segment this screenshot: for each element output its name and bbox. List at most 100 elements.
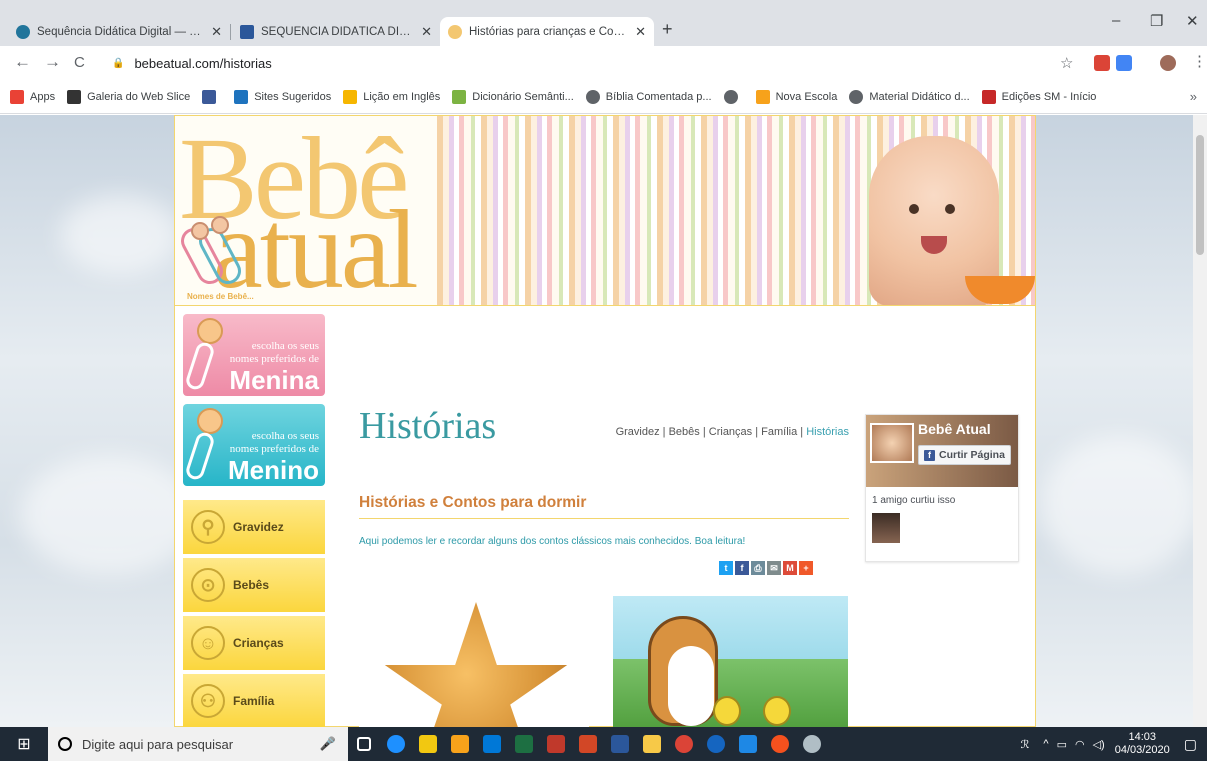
facebook-icon[interactable]: f (735, 561, 749, 575)
task-view-icon[interactable] (348, 727, 380, 761)
gmail-icon[interactable]: M (783, 561, 797, 575)
file-explorer-icon[interactable] (444, 727, 476, 761)
category-familia[interactable]: ⚇ Família (183, 674, 325, 727)
more-bookmarks-icon[interactable]: » (1190, 89, 1197, 104)
boy-names-button[interactable]: escolha os seus nomes preferidos de Meni… (183, 404, 325, 486)
app-icon[interactable] (732, 727, 764, 761)
scrollbar[interactable] (1193, 115, 1207, 727)
bookmark-nova-escola[interactable]: Nova Escola (755, 89, 838, 104)
chrome-icon[interactable] (668, 727, 700, 761)
category-nav: Gravidez | Bebês | Crianças | Família | … (609, 426, 849, 438)
edge-icon[interactable] (380, 727, 412, 761)
taskbar-search[interactable]: Digite aqui para pesquisar 🎤 (48, 727, 348, 761)
tab-0[interactable]: Sequência Didática Digital — Wo ✕ (8, 17, 230, 46)
nav-gravidez[interactable]: Gravidez (616, 426, 660, 438)
tab-2-active[interactable]: Histórias para crianças e Contos ✕ (440, 17, 654, 46)
site-header: Bebê atual Nomes de Bebê... (175, 116, 1035, 306)
tab-1[interactable]: SEQUÊNCIA DIDÁTICA DIGITAL - ✕ (232, 17, 440, 46)
page-viewport: Bebê atual Nomes de Bebê... escolha os s… (0, 115, 1207, 727)
windows-taskbar: ⊞ Digite aqui para pesquisar 🎤 ℛ ^ ▭ ◠ ◁… (0, 727, 1207, 761)
bookmark-galeria[interactable]: Galeria do Web Slice (67, 89, 190, 104)
story-thumbnail-duck[interactable] (613, 596, 848, 727)
bookmark-material-didatico[interactable]: Material Didático d... (849, 89, 970, 104)
nav-bebes[interactable]: Bebês (669, 426, 700, 438)
bookmark-label: Nova Escola (775, 90, 838, 103)
bookmark-biblia[interactable]: Bíblia Comentada p... (585, 89, 712, 104)
extension-icon[interactable] (1094, 55, 1110, 71)
friend-avatar[interactable] (872, 513, 900, 543)
smiling-star-illustration (384, 602, 568, 727)
publisher-icon[interactable] (636, 727, 668, 761)
microphone-icon[interactable]: 🎤 (320, 736, 336, 752)
nav-historias[interactable]: Histórias (806, 426, 849, 438)
tab-label: SEQUÊNCIA DIDÁTICA DIGITAL - (261, 25, 415, 38)
duckling-illustration (763, 696, 791, 726)
new-tab-button[interactable]: + (662, 19, 673, 40)
browser-menu-icon[interactable]: ⋮ (1192, 52, 1207, 70)
reload-button[interactable]: C (74, 54, 85, 71)
address-bar[interactable]: 🔒 bebeatual.com/historias (102, 50, 1092, 76)
category-gravidez[interactable]: ⚲ Gravidez (183, 500, 325, 554)
bookmark-apps[interactable]: Apps (10, 89, 55, 104)
forward-button[interactable]: → (44, 52, 61, 72)
baby-face-icon (197, 318, 223, 344)
url-text: bebeatual.com/historias (134, 55, 272, 71)
safety-pin-icon (184, 430, 216, 482)
people-icon[interactable]: ℛ (1021, 738, 1030, 751)
excel-icon[interactable] (508, 727, 540, 761)
bookmark-globe[interactable] (723, 89, 744, 104)
girl-names-button[interactable]: escolha os seus nomes preferidos de Meni… (183, 314, 325, 396)
bookmark-sites-sugeridos[interactable]: Sites Sugeridos (234, 89, 331, 104)
taskbar-clock[interactable]: 14:03 04/03/2020 (1115, 731, 1170, 757)
close-window-button[interactable]: ✕ (1186, 12, 1199, 30)
bookmark-dicionario[interactable]: Dicionário Semânti... (452, 89, 574, 104)
facebook-page-name[interactable]: Bebê Atual (918, 421, 991, 437)
close-tab-icon[interactable]: ✕ (421, 24, 432, 40)
bookmark-edicoes-sm[interactable]: Edições SM - Início (981, 89, 1096, 104)
bookmark-licao-ingles[interactable]: Lição em Inglês (343, 89, 440, 104)
baby-face-icon (197, 408, 223, 434)
store-icon[interactable] (412, 727, 444, 761)
mail-icon[interactable] (476, 727, 508, 761)
maximize-button[interactable]: ❐ (1150, 12, 1163, 30)
twitter-icon[interactable]: t (719, 561, 733, 575)
chrome-icon[interactable] (764, 727, 796, 761)
clock-time: 14:03 (1128, 731, 1156, 743)
presentation-icon (240, 24, 254, 39)
back-button[interactable]: ← (14, 52, 31, 72)
word-icon[interactable] (604, 727, 636, 761)
wifi-icon[interactable]: ◠ (1075, 738, 1085, 751)
facebook-page-avatar[interactable] (870, 423, 914, 463)
paint-icon[interactable] (796, 727, 828, 761)
logo-subtitle[interactable]: Nomes de Bebê... (187, 292, 254, 301)
nav-familia[interactable]: Família (761, 426, 797, 438)
category-bebes[interactable]: ⊙ Bebês (183, 558, 325, 612)
nav-criancas[interactable]: Crianças (709, 426, 752, 438)
email-icon[interactable]: ✉ (767, 561, 781, 575)
network-icon[interactable]: ▭ (1057, 738, 1067, 751)
bookmark-star-icon[interactable]: ☆ (1060, 54, 1073, 72)
profile-avatar[interactable] (1160, 55, 1176, 71)
print-icon[interactable]: ⎙ (751, 561, 765, 575)
close-tab-icon[interactable]: ✕ (635, 24, 646, 40)
show-hidden-icons-icon[interactable]: ^ (1043, 738, 1048, 750)
story-thumbnail-star[interactable] (359, 596, 589, 727)
dictionary-icon (452, 89, 467, 104)
volume-icon[interactable]: ◁) (1093, 738, 1105, 751)
windows-start-icon[interactable]: ⊞ (0, 727, 48, 761)
minimize-button[interactable]: – (1112, 12, 1120, 29)
app-icon[interactable] (700, 727, 732, 761)
scrollbar-thumb[interactable] (1196, 135, 1204, 255)
logo-text-bottom[interactable]: atual (213, 194, 419, 306)
category-criancas[interactable]: ☺ Crianças (183, 616, 325, 670)
notifications-icon[interactable]: ▢ (1184, 736, 1197, 753)
bookmark-facebook[interactable] (202, 89, 222, 104)
more-share-icon[interactable]: + (799, 561, 813, 575)
close-tab-icon[interactable]: ✕ (211, 24, 222, 40)
stroller-icon: ⊙ (191, 568, 225, 602)
facebook-like-button[interactable]: f Curtir Página (918, 445, 1011, 465)
bebe-atual-favicon-icon (448, 24, 462, 39)
access-icon[interactable] (540, 727, 572, 761)
powerpoint-icon[interactable] (572, 727, 604, 761)
translate-extension-icon[interactable] (1116, 55, 1132, 71)
